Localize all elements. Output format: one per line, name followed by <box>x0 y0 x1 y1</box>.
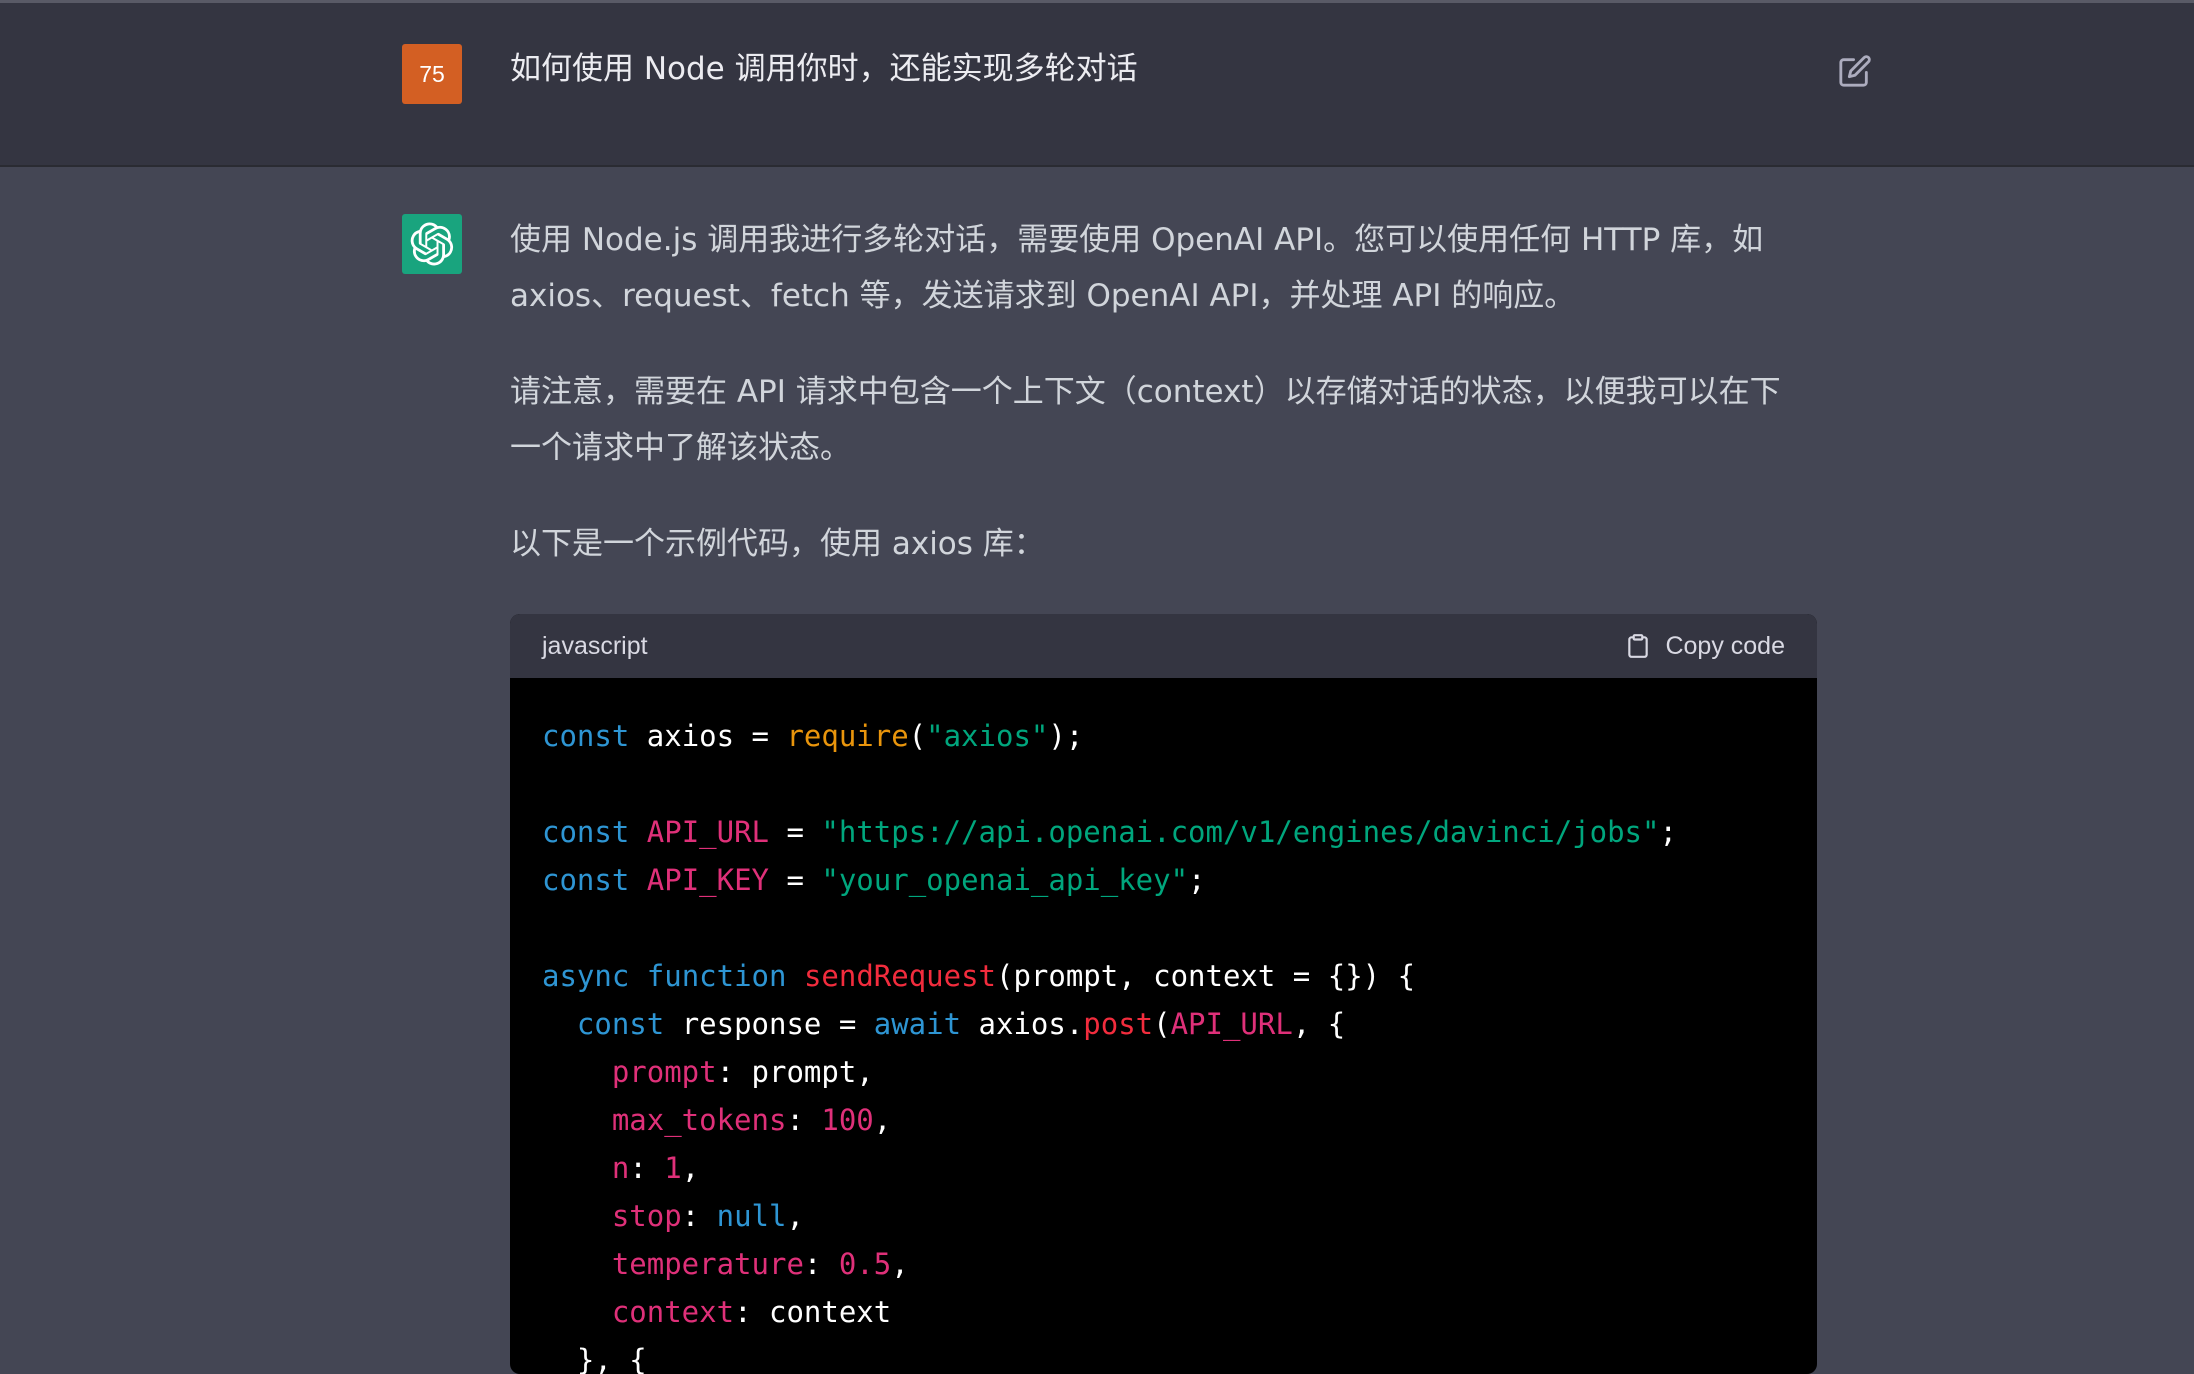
code-token: : context <box>734 1295 892 1329</box>
code-token: n <box>611 1151 630 1185</box>
assistant-message-row: 使用 Node.js 调用我进行多轮对话，需要使用 OpenAI API。您可以… <box>0 167 2194 1374</box>
code-token: = <box>769 863 822 897</box>
code-line: const axios = require("axios"); <box>542 712 1785 760</box>
code-token: ; <box>1188 863 1206 897</box>
code-line: async function sendRequest(prompt, conte… <box>542 952 1785 1000</box>
code-token: stop <box>611 1199 682 1233</box>
code-token: , <box>891 1247 909 1281</box>
code-line: const response = await axios.post(API_UR… <box>542 1000 1785 1048</box>
edit-icon <box>1839 55 1871 87</box>
answer-paragraph-2: 请注意，需要在 API 请求中包含一个上下文（context）以存储对话的状态，… <box>510 374 1781 466</box>
code-token: API_URL <box>646 815 769 849</box>
copy-code-button[interactable]: Copy code <box>1625 631 1785 661</box>
code-token: temperature <box>611 1247 804 1281</box>
code-line: n: 1, <box>542 1144 1785 1192</box>
code-line: const API_KEY = "your_openai_api_key"; <box>542 856 1785 904</box>
clipboard-icon <box>1628 634 1649 658</box>
code-token: async <box>542 959 630 993</box>
answer-paragraph-1: 使用 Node.js 调用我进行多轮对话，需要使用 OpenAI API。您可以… <box>510 222 1764 314</box>
code-content: const axios = require("axios"); const API… <box>510 678 1817 1374</box>
copy-code-label: Copy code <box>1665 631 1785 660</box>
code-block-header: javascript Copy code <box>510 614 1817 678</box>
code-token: response = <box>664 1007 874 1041</box>
code-token: ( <box>1153 1007 1171 1041</box>
code-token: const <box>542 719 630 753</box>
answer-paragraph-3: 以下是一个示例代码，使用 axios 库： <box>510 526 1045 562</box>
code-line: max_tokens: 100, <box>542 1096 1785 1144</box>
code-token: context <box>611 1295 735 1329</box>
code-token: const <box>542 863 630 897</box>
code-token: require <box>786 719 909 753</box>
code-token: "your_openai_api_key" <box>821 863 1189 897</box>
code-token: : prompt, <box>716 1055 874 1089</box>
code-token: , { <box>1292 1007 1346 1041</box>
code-token: axios. <box>961 1007 1084 1041</box>
code-token: : <box>786 1103 822 1137</box>
code-line: prompt: prompt, <box>542 1048 1785 1096</box>
code-token: , <box>786 1199 804 1233</box>
code-token: 0.5 <box>838 1247 892 1281</box>
code-token: null <box>716 1199 787 1233</box>
code-line: context: context <box>542 1288 1785 1336</box>
code-token: ; <box>1659 815 1677 849</box>
code-line: }, { <box>542 1336 1785 1374</box>
edit-message-button[interactable] <box>1838 54 1872 88</box>
code-token: 100 <box>821 1103 874 1137</box>
user-avatar: 75 <box>402 44 462 104</box>
code-token: , <box>681 1151 700 1185</box>
code-token: ( <box>908 719 927 753</box>
openai-logo-icon <box>410 222 454 266</box>
code-token: : <box>681 1199 717 1233</box>
code-token: sendRequest <box>803 959 996 993</box>
code-token: await <box>873 1007 962 1041</box>
assistant-avatar <box>402 214 462 274</box>
code-token: ); <box>1048 719 1084 753</box>
code-token: post <box>1083 1007 1154 1041</box>
code-token: axios = <box>629 719 787 753</box>
code-line: temperature: 0.5, <box>542 1240 1785 1288</box>
code-language-label: javascript <box>542 631 648 660</box>
code-token: = <box>769 815 822 849</box>
code-token: prompt <box>611 1055 717 1089</box>
code-line: stop: null, <box>542 1192 1785 1240</box>
code-token: }, { <box>542 1343 647 1374</box>
code-token: "https://api.openai.com/v1/engines/davin… <box>821 815 1660 849</box>
code-block: javascript Copy code const axios = requi… <box>510 614 1817 1374</box>
code-token: const <box>542 815 630 849</box>
code-token: "axios" <box>926 719 1049 753</box>
code-token: max_tokens <box>611 1103 787 1137</box>
code-token: (prompt, context = {}) { <box>996 959 1416 993</box>
code-token: const <box>576 1007 665 1041</box>
user-message-row: 75 如何使用 Node 调用你时，还能实现多轮对话 <box>0 3 2194 167</box>
code-token: API_URL <box>1170 1007 1293 1041</box>
code-token: 1 <box>664 1151 682 1185</box>
code-token: , <box>873 1103 892 1137</box>
code-token: function <box>646 959 787 993</box>
code-token: API_KEY <box>646 863 769 897</box>
code-token: : <box>629 1151 665 1185</box>
code-line: const API_URL = "https://api.openai.com/… <box>542 808 1785 856</box>
code-token: : <box>803 1247 839 1281</box>
user-question-text: 如何使用 Node 调用你时，还能实现多轮对话 <box>510 51 1138 87</box>
assistant-answer: 使用 Node.js 调用我进行多轮对话，需要使用 OpenAI API。您可以… <box>510 212 1816 572</box>
